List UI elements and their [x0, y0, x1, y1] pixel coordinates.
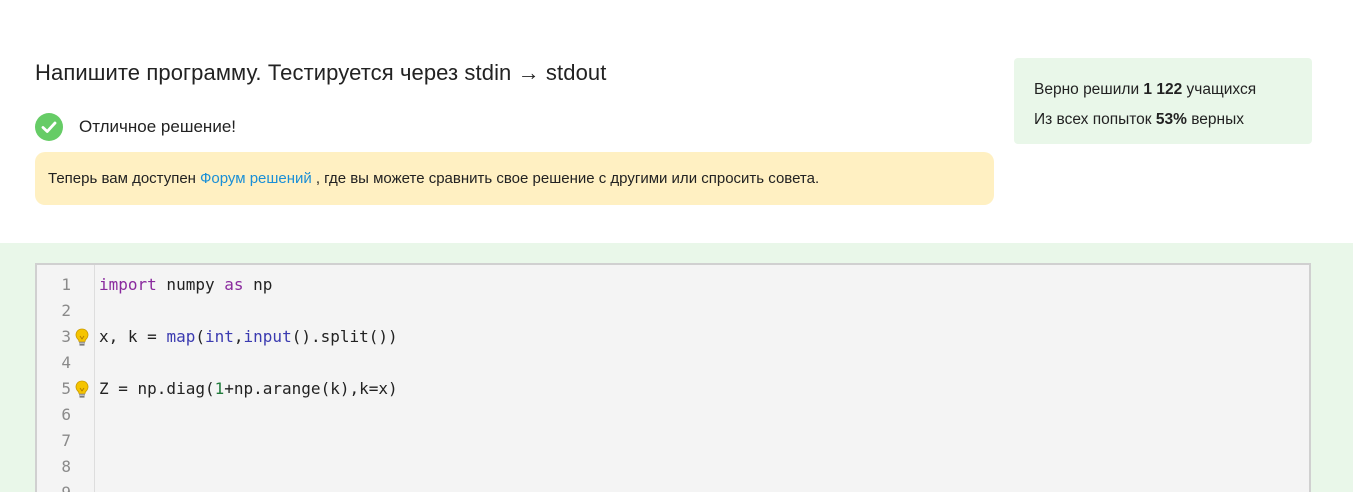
solution-status: Отличное решение!: [35, 113, 236, 141]
solved-stat: Верно решили 1 122 учащихся: [1034, 81, 1257, 98]
check-circle-icon: [35, 113, 63, 141]
code-line[interactable]: 2: [37, 298, 1309, 324]
attempts-percent: 53%: [1155, 111, 1187, 128]
lightbulb-hint-icon[interactable]: [74, 380, 90, 399]
code-token: input: [243, 327, 292, 346]
code-line[interactable]: 3 x, k = map(int,input().split()): [37, 324, 1309, 350]
code-token: map: [166, 327, 196, 346]
code-token: int: [204, 327, 234, 346]
solved-count: 1 122: [1143, 81, 1183, 98]
line-number: 4: [61, 353, 71, 372]
code-line[interactable]: 7: [37, 428, 1309, 454]
line-number: 8: [61, 457, 71, 476]
step-stats-panel: Верно решили 1 122 учащихся Из всех попы…: [1014, 58, 1312, 144]
code-token: import: [99, 275, 157, 294]
code-token: ,: [233, 327, 244, 346]
code-text: import numpy as np: [99, 272, 272, 298]
code-line[interactable]: 5 Z = np.diag(1+np.arange(k),k=x): [37, 376, 1309, 402]
status-text: Отличное решение!: [79, 117, 236, 136]
code-token: Z = np.diag(: [99, 379, 215, 398]
code-line[interactable]: 8: [37, 454, 1309, 480]
code-token: x, k =: [99, 327, 167, 346]
code-line[interactable]: 4: [37, 350, 1309, 376]
code-line[interactable]: 1 import numpy as np: [37, 272, 1309, 298]
lightbulb-hint-icon[interactable]: [74, 328, 90, 347]
code-token: numpy: [156, 275, 225, 294]
line-number: 6: [61, 405, 71, 424]
code-token: +np.arange(k),k=x): [224, 379, 398, 398]
solutions-forum-link[interactable]: Форум решений: [200, 170, 312, 187]
step-page: Напишите программу. Тестируется через st…: [0, 0, 1353, 492]
code-text: x, k = map(int,input().split()): [99, 324, 398, 350]
code-token: 1: [214, 379, 225, 398]
task-title: Напишите программу. Тестируется через st…: [35, 60, 607, 85]
code-line[interactable]: 6: [37, 402, 1309, 428]
code-line[interactable]: 9: [37, 480, 1309, 492]
notice-suffix: , где вы можете сравнить свое решение с …: [315, 170, 820, 187]
line-number: 3: [61, 327, 71, 346]
line-number: 5: [61, 379, 71, 398]
attempts-stat: Из всех попыток 53% верных: [1034, 111, 1244, 128]
code-token: as: [224, 275, 244, 294]
code-editor[interactable]: 1 import numpy as np 2 3 x, k = map(int,inpu…: [35, 263, 1311, 492]
line-number: 1: [61, 275, 71, 294]
notice-prefix: Теперь вам доступен: [48, 170, 196, 187]
line-number: 9: [37, 480, 71, 492]
code-token: (: [195, 327, 205, 346]
line-number: 7: [61, 431, 71, 450]
code-token: np: [243, 275, 273, 294]
forum-notice: Теперь вам доступен Форум решений , где …: [35, 152, 994, 205]
code-token: ().split()): [291, 327, 398, 346]
code-text: Z = np.diag(1+np.arange(k),k=x): [99, 376, 398, 402]
line-number: 2: [61, 301, 71, 320]
